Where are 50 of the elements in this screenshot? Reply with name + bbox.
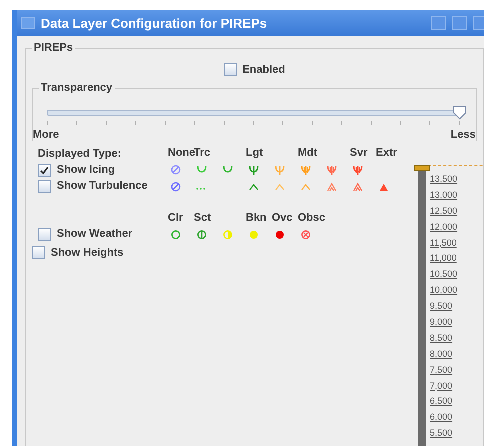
checkbox[interactable]: [38, 164, 51, 176]
checkbox[interactable]: [32, 246, 45, 259]
minimize-icon[interactable]: [431, 16, 446, 30]
altitude-label: 6,000: [429, 411, 454, 424]
slider-thumb[interactable]: [414, 165, 430, 171]
column-header: Mdt: [298, 146, 318, 158]
altitude-label: 12,000: [429, 220, 459, 234]
altitude-label: 13,500: [429, 173, 459, 186]
checkbox-label[interactable]: Show Turbulence: [57, 180, 148, 192]
altitude-label: 11,500: [429, 236, 458, 250]
column-header: Lgt: [246, 146, 264, 158]
checkbox-label[interactable]: Show Icing: [57, 164, 116, 176]
altitude-label: 9,500: [429, 300, 454, 314]
checkbox[interactable]: [38, 180, 51, 192]
group-title: Transparency: [39, 82, 115, 94]
max-label: Less: [450, 129, 476, 141]
column-header: Sct: [194, 212, 212, 224]
window-menu-icon[interactable]: [21, 17, 35, 29]
checkbox-label[interactable]: Show Weather: [57, 228, 133, 240]
slider-thumb[interactable]: [453, 106, 467, 120]
altitude-label: 10,000: [429, 284, 459, 298]
altitude-label: 11,000: [429, 252, 458, 266]
altitude-label: 13,000: [429, 188, 459, 202]
altitude-label: 12,500: [429, 204, 459, 218]
column-header: Ovc: [272, 212, 293, 224]
altitude-label: 8,500: [429, 332, 454, 345]
column-header: Trc: [194, 146, 211, 158]
group-title: PIREPs: [32, 42, 76, 54]
column-header: None: [168, 146, 196, 158]
altitude-label: 7,500: [429, 364, 454, 377]
checkbox[interactable]: [224, 63, 237, 76]
maximize-icon[interactable]: [452, 16, 467, 30]
column-label: Displayed Type:: [37, 148, 123, 160]
altitude-label: 10,500: [429, 268, 459, 282]
close-icon[interactable]: [473, 16, 484, 30]
window-title: Data Layer Configuration for PIREPs: [41, 16, 268, 30]
column-header: Extr: [376, 146, 398, 158]
column-header: Clr: [168, 212, 184, 224]
column-header: Svr: [350, 146, 368, 158]
min-label: More: [33, 129, 60, 141]
altitude-label: 9,000: [429, 316, 454, 330]
altitude-label: 6,500: [429, 395, 454, 408]
checkbox-label[interactable]: Enabled: [242, 64, 286, 76]
altitude-label: 5,500: [429, 427, 454, 440]
checkbox[interactable]: [38, 228, 51, 240]
column-header: Obsc: [298, 212, 326, 224]
column-header: Bkn: [246, 212, 267, 224]
altitude-label: 7,000: [429, 380, 454, 393]
altitude-label: 8,000: [429, 348, 454, 361]
checkbox-label[interactable]: Show Heights: [51, 246, 124, 258]
